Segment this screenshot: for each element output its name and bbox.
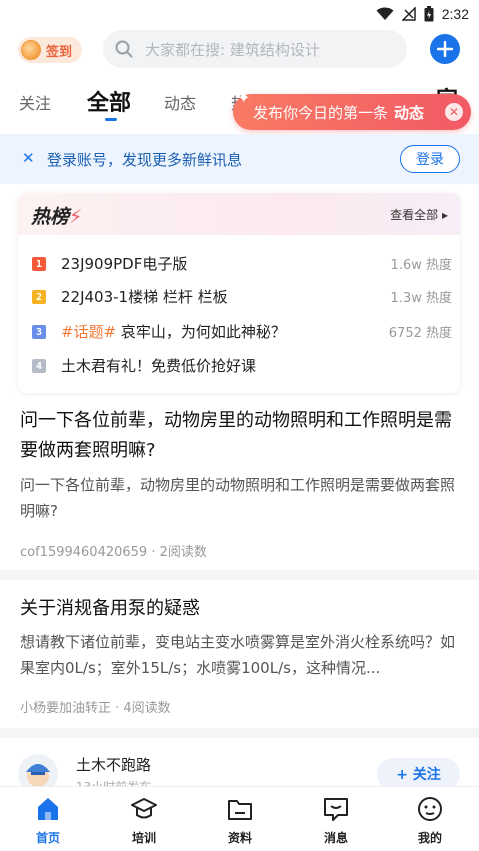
close-icon[interactable]: ✕ xyxy=(445,103,463,121)
search-placeholder: 大家都在搜: 建筑结构设计 xyxy=(145,40,320,59)
checkin-button[interactable]: 签到 xyxy=(18,37,82,63)
nav-profile[interactable]: 我的 xyxy=(390,787,470,851)
add-button[interactable] xyxy=(430,34,460,64)
login-message: 登录账号，发现更多新鲜讯息 xyxy=(47,151,243,169)
nav-resources[interactable]: 资料 xyxy=(200,787,280,851)
view-all-link[interactable]: 查看全部 ▸ xyxy=(390,206,448,223)
post-excerpt: 问一下各位前辈，动物房里的动物照明和工作照明是需要做两套照明嘛? xyxy=(20,476,456,520)
nav-home[interactable]: 首页 xyxy=(8,787,88,851)
tab-dynamic[interactable]: 动态 xyxy=(164,90,196,114)
wifi-icon xyxy=(376,7,394,20)
nav-label: 培训 xyxy=(131,831,156,845)
sparkle-icon: ✦ xyxy=(237,88,251,107)
hot-item-heat: 1.6w 热度 xyxy=(390,258,452,273)
hot-item-title: #话题# 哀牢山，为何如此神秘？ xyxy=(61,321,286,342)
hot-item-title: 土木君有礼！免费低价抢好课 xyxy=(61,355,256,376)
hot-list-item[interactable]: 2 22J403-1楼梯 栏杆 栏板 1.3w 热度 xyxy=(32,286,452,308)
post-excerpt: 想请教下诸位前辈，变电站主变水喷雾算是室外消火栓系统吗？如果室内0L/s；室外1… xyxy=(20,633,456,677)
login-banner: ✕ 登录账号，发现更多新鲜讯息 登录 xyxy=(0,134,479,184)
folder-icon xyxy=(228,800,252,820)
hot-item-title: 23J909PDF电子版 xyxy=(61,253,187,274)
flame-icon: ⚡ xyxy=(69,206,83,228)
graduation-cap-icon xyxy=(131,798,157,819)
hot-list-card: 热榜⚡ 查看全部 ▸ 1 23J909PDF电子版 1.6w 热度 2 22J4… xyxy=(18,193,460,393)
battery-icon xyxy=(424,6,434,22)
rank-badge: 3 xyxy=(32,325,46,339)
tab-active-indicator xyxy=(105,118,117,121)
nav-label: 资料 xyxy=(227,831,252,845)
hot-item-title-text: 土木君有礼！免费低价抢好课 xyxy=(61,357,257,375)
hot-list-logo-text: 热榜 xyxy=(31,206,70,228)
post-title: 问一下各位前辈，动物房里的动物照明和工作照明是需要做两套照明嘛? xyxy=(20,410,452,461)
rank-badge: 1 xyxy=(32,257,46,271)
divider xyxy=(0,570,479,580)
status-bar: 2:32 xyxy=(0,0,479,28)
toast-text: 发布你今日的第一条 xyxy=(253,103,389,122)
hot-item-title-text: 哀牢山，为何如此神秘？ xyxy=(116,323,286,341)
top-bar: 签到 大家都在搜: 建筑结构设计 xyxy=(0,28,479,72)
hot-item-title: 22J403-1楼梯 栏杆 栏板 xyxy=(61,286,228,307)
nav-messages[interactable]: 消息 xyxy=(296,787,376,851)
coin-icon xyxy=(21,40,41,60)
view-all-label: 查看全部 xyxy=(390,208,439,222)
nav-training[interactable]: 培训 xyxy=(104,787,184,851)
author-row: 土木不跑路 13小时前发布 + 关注 xyxy=(0,740,479,794)
topic-tag: #话题# xyxy=(61,323,117,341)
login-button[interactable]: 登录 xyxy=(400,145,460,173)
rank-badge: 4 xyxy=(32,359,46,373)
nav-label: 我的 xyxy=(417,831,442,845)
post-card[interactable]: 问一下各位前辈，动物房里的动物照明和工作照明是需要做两套照明嘛? 问一下各位前辈… xyxy=(0,402,479,570)
rank-badge: 2 xyxy=(32,290,46,304)
hot-list-item[interactable]: 3 #话题# 哀牢山，为何如此神秘？ 6752 热度 xyxy=(32,321,452,343)
hot-list-logo: 热榜⚡ xyxy=(31,202,82,229)
close-icon[interactable]: ✕ xyxy=(22,149,35,167)
post-meta: 小杨要加油转正 · 4阅读数 xyxy=(20,701,171,716)
caret-right-icon: ▸ xyxy=(441,208,448,222)
hot-list-item[interactable]: 1 23J909PDF电子版 1.6w 热度 xyxy=(32,253,452,275)
hot-item-heat: 1.3w 热度 xyxy=(390,291,452,306)
status-time: 2:32 xyxy=(441,6,469,22)
hot-item-title-text: 23J909PDF电子版 xyxy=(61,255,188,273)
checkin-label: 签到 xyxy=(46,44,73,60)
plus-icon xyxy=(437,41,453,57)
message-icon xyxy=(324,798,348,821)
nav-label: 首页 xyxy=(35,831,60,845)
post-card[interactable]: 关于消规备用泵的疑惑 想请教下诸位前辈，变电站主变水喷雾算是室外消火栓系统吗？如… xyxy=(0,580,479,728)
hot-list-header: 热榜⚡ 查看全部 ▸ xyxy=(18,193,460,235)
hot-item-title-text: 22J403-1楼梯 栏杆 栏板 xyxy=(61,288,228,306)
post-prompt-toast[interactable]: ✦ 发布你今日的第一条 动态 ✕ xyxy=(233,88,471,130)
profile-face-icon xyxy=(418,797,442,821)
toast-highlight: 动态 xyxy=(394,103,425,122)
divider xyxy=(0,728,479,738)
search-input[interactable]: 大家都在搜: 建筑结构设计 xyxy=(103,30,407,68)
hot-list-item[interactable]: 4 土木君有礼！免费低价抢好课 xyxy=(32,355,452,377)
tab-follow[interactable]: 关注 xyxy=(19,90,51,114)
hot-item-heat: 6752 热度 xyxy=(388,326,452,341)
author-name[interactable]: 土木不跑路 xyxy=(76,754,151,775)
home-icon xyxy=(38,798,58,820)
tab-all[interactable]: 全部 xyxy=(87,85,131,117)
nav-label: 消息 xyxy=(323,831,348,845)
post-meta: cof1599460420659 · 2阅读数 xyxy=(20,545,207,560)
post-title: 关于消规备用泵的疑惑 xyxy=(20,598,200,619)
bottom-nav: 首页 培训 资料 消息 我的 xyxy=(0,786,479,851)
signal-off-icon xyxy=(401,7,416,21)
search-icon xyxy=(115,40,133,58)
